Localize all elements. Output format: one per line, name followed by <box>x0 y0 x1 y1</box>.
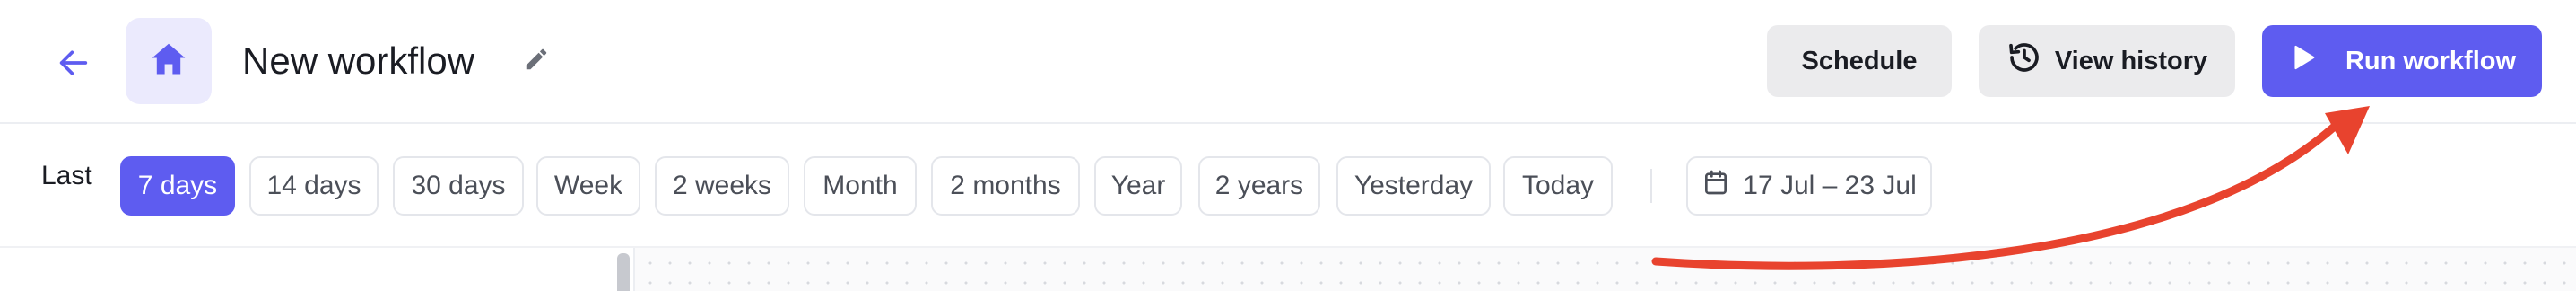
range-chip-2-months[interactable]: 2 months <box>931 156 1080 216</box>
range-chip-14-days[interactable]: 14 days <box>249 156 379 216</box>
range-chip-label: Month <box>822 171 898 200</box>
range-chip-label: 2 years <box>1214 171 1304 200</box>
steps-panel <box>0 248 617 291</box>
arrow-left-icon <box>56 45 91 85</box>
run-workflow-button[interactable]: Run workflow <box>2262 25 2542 97</box>
range-chip-7-days[interactable]: 7 days <box>120 156 235 216</box>
run-workflow-label: Run workflow <box>2345 46 2517 75</box>
range-chip-label: Week <box>553 171 623 200</box>
schedule-label: Schedule <box>1801 46 1918 75</box>
workflow-icon-tile[interactable] <box>126 18 212 104</box>
range-chip-label: 14 days <box>266 171 361 200</box>
range-chip-year[interactable]: Year <box>1094 156 1182 216</box>
page-title: New workflow <box>242 40 475 82</box>
range-chip-week[interactable]: Week <box>536 156 640 216</box>
range-chip-2-weeks[interactable]: 2 weeks <box>655 156 789 216</box>
range-chip-label: 2 weeks <box>672 171 772 200</box>
range-chip-2-years[interactable]: 2 years <box>1198 156 1320 216</box>
range-chip-label: Yesterday <box>1353 171 1474 200</box>
workflow-workspace <box>0 248 2576 291</box>
range-chip-label: 30 days <box>411 171 506 200</box>
date-filter-bar: Last 7 days 14 days 30 days Week 2 weeks… <box>0 124 2576 248</box>
date-range-picker[interactable]: 17 Jul – 23 Jul <box>1686 156 1932 216</box>
back-button[interactable] <box>48 40 99 90</box>
view-history-label: View history <box>2054 46 2208 75</box>
range-chip-label: Today <box>1521 171 1595 200</box>
range-chip-today[interactable]: Today <box>1503 156 1613 216</box>
history-icon <box>2006 40 2042 83</box>
view-history-button[interactable]: View history <box>1979 25 2235 97</box>
range-chip-30-days[interactable]: 30 days <box>393 156 524 216</box>
range-chip-month[interactable]: Month <box>804 156 917 216</box>
play-icon <box>2288 42 2319 80</box>
edit-title-button[interactable] <box>518 43 554 79</box>
pencil-icon <box>523 46 550 77</box>
workflow-editor: New workflow Schedule View history Run w… <box>0 0 2576 291</box>
range-chip-label: 7 days <box>137 171 218 200</box>
panel-resize-handle[interactable] <box>617 253 630 291</box>
last-label: Last <box>41 161 92 190</box>
workflow-header: New workflow Schedule View history Run w… <box>0 0 2576 124</box>
range-chip-label: Year <box>1110 171 1166 200</box>
workflow-canvas[interactable] <box>635 248 2576 291</box>
range-chip-label: 2 months <box>950 171 1061 200</box>
filter-divider <box>1650 169 1652 203</box>
schedule-button[interactable]: Schedule <box>1767 25 1952 97</box>
home-icon <box>149 40 188 84</box>
date-range-label: 17 Jul – 23 Jul <box>1743 171 1917 200</box>
range-chip-yesterday[interactable]: Yesterday <box>1336 156 1491 216</box>
calendar-icon <box>1701 168 1730 204</box>
